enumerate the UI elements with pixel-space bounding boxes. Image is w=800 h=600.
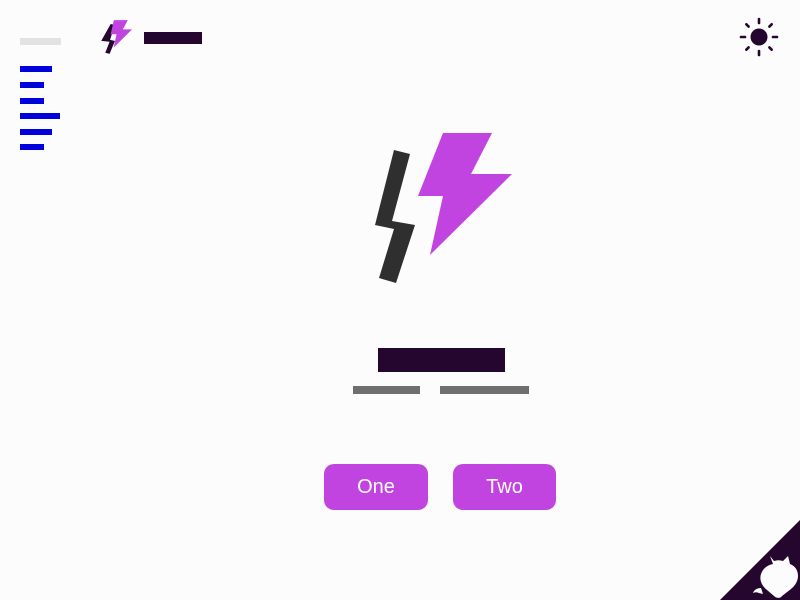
sidebar-header-placeholder — [20, 38, 61, 45]
site-title[interactable] — [144, 32, 202, 44]
github-corner-icon[interactable] — [720, 520, 800, 600]
hero-subtitle-part-2 — [440, 386, 529, 394]
page: One Two — [0, 0, 800, 600]
sidebar-item-1[interactable] — [20, 66, 52, 72]
sidebar-item-5[interactable] — [20, 129, 52, 135]
one-button[interactable]: One — [324, 464, 428, 510]
sidebar-item-3[interactable] — [20, 98, 44, 104]
hero-title — [378, 348, 505, 372]
lightning-bolt-logo-icon[interactable] — [100, 19, 134, 55]
two-button[interactable]: Two — [453, 464, 556, 510]
sidebar-item-2[interactable] — [20, 82, 44, 88]
sidebar-item-4[interactable] — [20, 113, 60, 119]
sidebar-nav — [20, 66, 80, 156]
sun-icon[interactable] — [738, 16, 780, 58]
sidebar-item-6[interactable] — [20, 144, 44, 150]
hero-lightning-bolt-logo-icon — [375, 133, 512, 283]
hero-subtitle-part-1 — [353, 386, 420, 394]
